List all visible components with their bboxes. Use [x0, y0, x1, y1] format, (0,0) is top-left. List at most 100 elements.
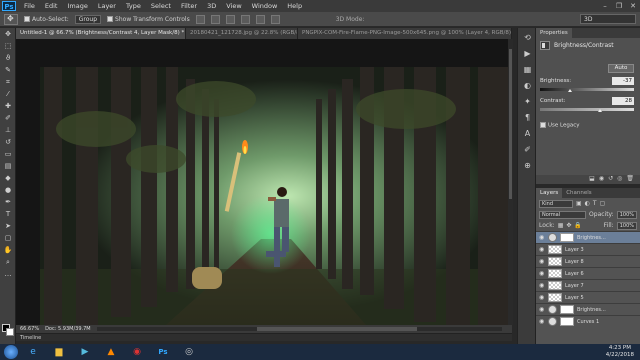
doc-size[interactable]: Doc: 5.93M/39.7M	[45, 326, 91, 332]
close-button[interactable]: ✕	[626, 1, 640, 11]
marquee-icon[interactable]: ⬚	[2, 41, 14, 52]
layer-thumbnail[interactable]	[548, 245, 562, 254]
layer-mask-thumbnail[interactable]	[560, 317, 574, 326]
more-tools-icon[interactable]: …	[2, 269, 14, 280]
layer-row[interactable]: ◉ Layer 5	[536, 291, 640, 303]
document-canvas[interactable]	[16, 39, 512, 325]
crop-icon[interactable]: ⌗	[2, 77, 14, 88]
visibility-eye-icon[interactable]: ◉	[539, 246, 545, 253]
layer-row[interactable]: ◉ Layer 7	[536, 279, 640, 291]
layer-thumbnail[interactable]	[548, 293, 562, 302]
align-bottom-icon[interactable]	[225, 14, 235, 24]
tab-properties[interactable]: Properties	[536, 28, 572, 38]
lock-pixels-icon[interactable]: ▦	[558, 222, 564, 229]
tab-20180421-jpg[interactable]: 20180421_121728.jpg @ 22.8% (RGB/8)	[186, 28, 298, 39]
tab-flame-png[interactable]: PNGPIX-COM-Fire-Flame-PNG-Image-500x645.…	[298, 28, 512, 39]
view-previous-icon[interactable]: ◉	[599, 175, 604, 184]
menu-image[interactable]: Image	[62, 2, 92, 10]
layer-row[interactable]: ◉ Layer 8	[536, 255, 640, 267]
align-top-icon[interactable]	[195, 14, 205, 24]
horizontal-scroll-thumb[interactable]	[256, 327, 417, 331]
start-button[interactable]	[4, 345, 18, 359]
layer-row[interactable]: ◉ Curves 1	[536, 315, 640, 327]
transform-controls-checkbox[interactable]	[107, 16, 114, 22]
media-player-icon[interactable]: ▶	[74, 345, 96, 359]
menu-window[interactable]: Window	[247, 2, 283, 10]
layer-row[interactable]: ◉ Layer 3	[536, 243, 640, 255]
gradient-icon[interactable]: ▤	[2, 161, 14, 172]
layer-thumbnail[interactable]	[548, 257, 562, 266]
clone-stamp-icon[interactable]: ⊥	[2, 125, 14, 136]
visibility-eye-icon[interactable]: ◉	[539, 282, 545, 289]
align-middle-icon[interactable]	[210, 14, 220, 24]
menu-edit[interactable]: Edit	[40, 2, 63, 10]
layer-row[interactable]: ◉ Layer 6	[536, 267, 640, 279]
lock-all-icon[interactable]: 🔒	[574, 222, 581, 229]
auto-select-dropdown[interactable]: Group	[74, 14, 102, 24]
tab-channels[interactable]: Channels	[562, 188, 595, 198]
delete-icon[interactable]: 🗑	[626, 175, 634, 184]
use-legacy-checkbox[interactable]	[540, 122, 546, 128]
tab-layers[interactable]: Layers	[536, 188, 563, 198]
pen-icon[interactable]: ✒	[2, 197, 14, 208]
path-select-icon[interactable]: ➤	[2, 221, 14, 232]
restore-button[interactable]: ❐	[612, 1, 626, 11]
filter-pixel-icon[interactable]: ▣	[576, 200, 582, 207]
styles-icon[interactable]: ✦	[521, 95, 534, 108]
auto-select-option[interactable]: Auto-Select:	[24, 16, 69, 23]
layer-name[interactable]: Layer 7	[565, 283, 584, 289]
history-brush-icon[interactable]: ↺	[2, 137, 14, 148]
system-clock[interactable]: 4:23 PM 4/22/2018	[606, 345, 640, 359]
layer-row[interactable]: ◉ Brightnes...	[536, 231, 640, 243]
auto-select-checkbox[interactable]	[24, 16, 30, 22]
blend-mode-select[interactable]: Normal	[539, 210, 587, 219]
clone-source-icon[interactable]: ⊕	[521, 159, 534, 172]
layer-name[interactable]: Layer 5	[565, 295, 584, 301]
opacity-input[interactable]: 100%	[616, 210, 637, 219]
vertical-scroll-thumb[interactable]	[509, 49, 512, 199]
file-explorer-icon[interactable]: ▆	[48, 345, 70, 359]
quick-select-icon[interactable]: ✎	[2, 65, 14, 76]
menu-type[interactable]: Type	[121, 2, 146, 10]
visibility-eye-icon[interactable]: ◉	[539, 258, 545, 265]
layer-name[interactable]: Brightnes...	[577, 307, 606, 313]
zoom-level[interactable]: 66.67%	[20, 326, 39, 332]
align-right-icon[interactable]	[270, 14, 280, 24]
shape-icon[interactable]: ▢	[2, 233, 14, 244]
menu-filter[interactable]: Filter	[176, 2, 202, 10]
filter-adjustment-icon[interactable]: ◐	[585, 200, 590, 207]
background-color-swatch[interactable]	[6, 328, 14, 336]
menu-layer[interactable]: Layer	[93, 2, 121, 10]
layer-name[interactable]: Layer 8	[565, 259, 584, 265]
layer-name[interactable]: Brightnes...	[577, 235, 606, 241]
zoom-icon[interactable]: ⌕	[2, 257, 14, 268]
contrast-slider-knob[interactable]	[598, 109, 603, 112]
layer-name[interactable]: Layer 3	[565, 247, 584, 253]
reset-icon[interactable]: ↺	[608, 175, 613, 184]
clip-to-layer-icon[interactable]: ⬓	[589, 175, 595, 184]
menu-3d[interactable]: 3D	[202, 2, 221, 10]
vlc-icon[interactable]: ▲	[100, 345, 122, 359]
adjustments-icon[interactable]: ◐	[521, 79, 534, 92]
visibility-icon[interactable]: ◎	[617, 175, 622, 184]
layer-name[interactable]: Curves 1	[577, 319, 599, 325]
canvas-vertical-scrollbar[interactable]	[508, 39, 513, 325]
hand-icon[interactable]: ✋	[2, 245, 14, 256]
layer-thumbnail[interactable]	[548, 269, 562, 278]
menu-file[interactable]: File	[19, 2, 40, 10]
internet-explorer-icon[interactable]: e	[22, 345, 44, 359]
camera-app-icon[interactable]: ◎	[178, 345, 200, 359]
transform-controls-option[interactable]: Show Transform Controls	[107, 16, 190, 23]
auto-button[interactable]: Auto	[608, 64, 634, 73]
layer-thumbnail[interactable]	[548, 281, 562, 290]
swatches-icon[interactable]: ▦	[521, 63, 534, 76]
move-tool-icon[interactable]	[4, 13, 18, 25]
minimize-button[interactable]: –	[598, 1, 612, 11]
lock-position-icon[interactable]: ✥	[566, 222, 571, 229]
align-center-icon[interactable]	[255, 14, 265, 24]
visibility-eye-icon[interactable]: ◉	[539, 306, 545, 313]
contrast-input[interactable]: 28	[612, 97, 634, 105]
brush-icon[interactable]: ✐	[2, 113, 14, 124]
healing-brush-icon[interactable]: ✚	[2, 101, 14, 112]
photoshop-taskbar-icon[interactable]: Ps	[152, 345, 174, 359]
